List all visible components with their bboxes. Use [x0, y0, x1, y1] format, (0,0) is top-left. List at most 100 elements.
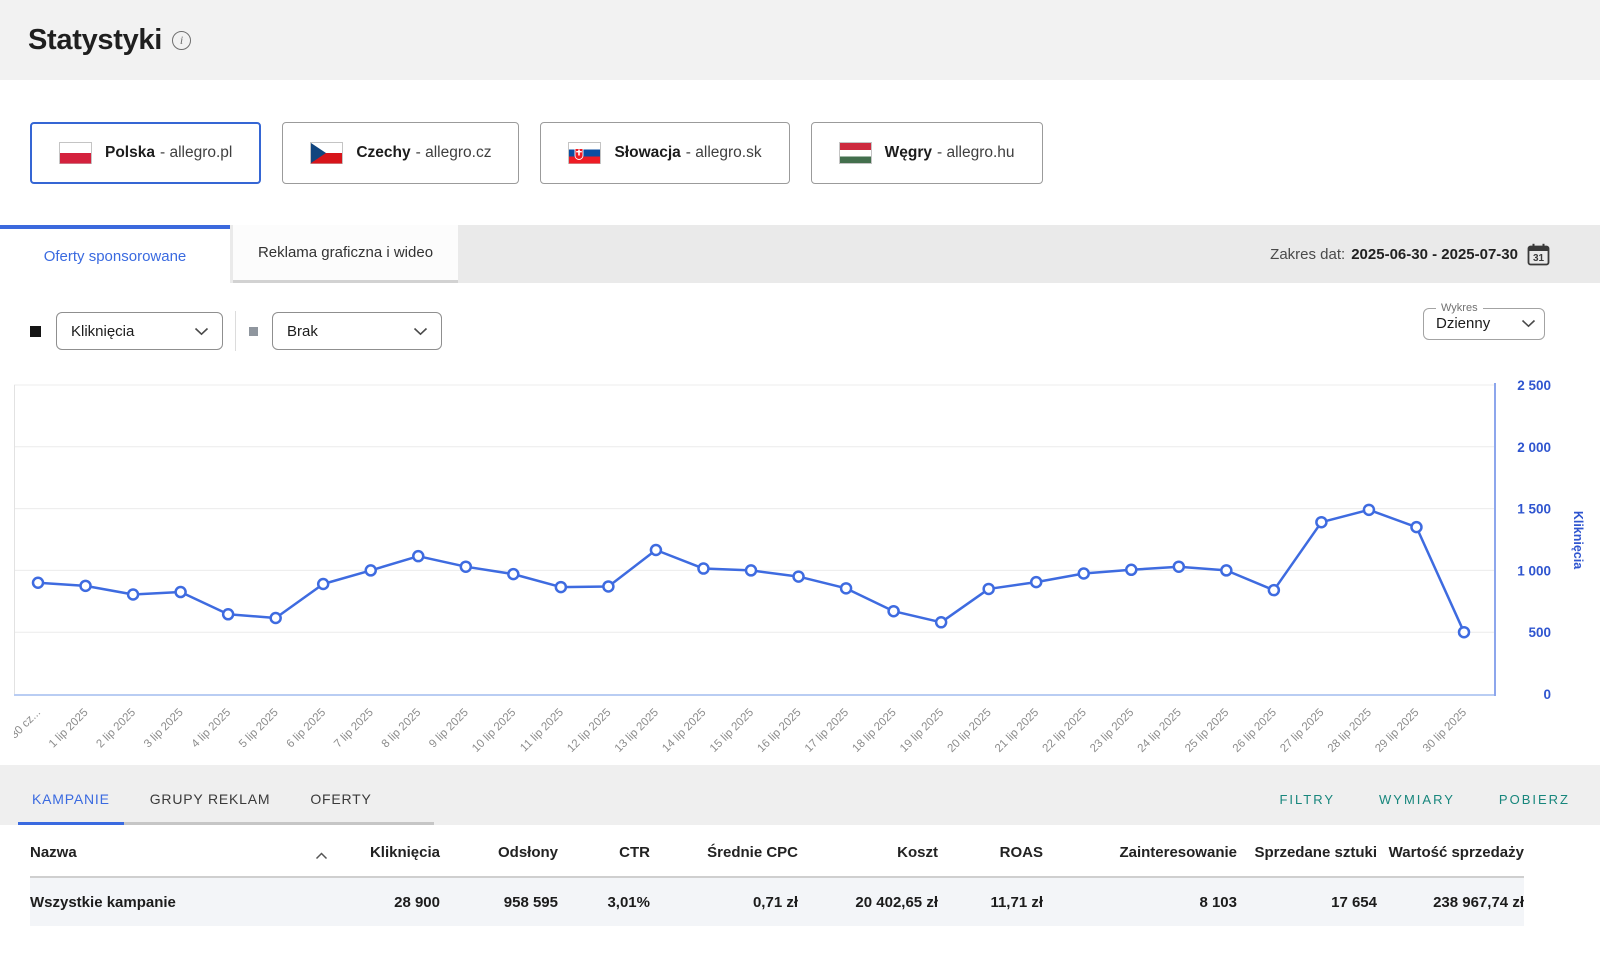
data-point[interactable] — [81, 581, 91, 591]
stats-table-area: Nazwa KliknięciaOdsłonyCTRŚrednie CPCKosz… — [0, 825, 1600, 926]
data-point[interactable] — [603, 581, 613, 591]
sk-flag-icon — [568, 142, 601, 164]
column-header-odsłony[interactable]: Odsłony — [440, 825, 558, 877]
market-domain: - allegro.hu — [937, 144, 1015, 162]
x-tick-label: 20 lip 2025 — [946, 707, 994, 755]
report-tab-grupy-reklam[interactable]: GRUPY REKLAM — [148, 791, 273, 822]
tab-label: Reklama graficzna i wideo — [258, 244, 433, 261]
column-header-średnie-cpc[interactable]: Średnie CPC — [650, 825, 798, 877]
row-value-cell: 3,01% — [558, 877, 650, 926]
x-tick-label: 26 lip 2025 — [1231, 707, 1279, 755]
x-tick-label: 15 lip 2025 — [708, 707, 756, 755]
data-point[interactable] — [508, 569, 518, 579]
data-point[interactable] — [461, 562, 471, 572]
data-point[interactable] — [1031, 577, 1041, 587]
data-point[interactable] — [698, 564, 708, 574]
column-header-wartość-sprzedaży[interactable]: Wartość sprzedaży — [1377, 825, 1524, 877]
x-tick-label: 28 lip 2025 — [1326, 707, 1374, 755]
chart-type-select[interactable]: Wykres Dzienny — [1423, 302, 1545, 340]
data-point[interactable] — [271, 613, 281, 623]
info-icon[interactable]: i — [172, 31, 191, 50]
action-filtry[interactable]: FILTRY — [1279, 792, 1335, 807]
column-header-roas[interactable]: ROAS — [938, 825, 1043, 877]
row-value-cell: 28 900 — [340, 877, 440, 926]
column-header-ctr[interactable]: CTR — [558, 825, 650, 877]
column-header-nazwa[interactable]: Nazwa — [30, 825, 340, 877]
pl-flag-icon — [59, 142, 92, 164]
action-pobierz[interactable]: POBIERZ — [1499, 792, 1570, 807]
row-value-cell: 20 402,65 zł — [798, 877, 938, 926]
compare-select[interactable]: Brak — [272, 312, 442, 350]
date-range-picker[interactable]: Zakres dat: 2025-06-30 - 2025-07-30 31 — [1270, 225, 1550, 283]
market-button-cz[interactable]: Czechy- allegro.cz — [282, 122, 519, 184]
data-point[interactable] — [413, 551, 423, 561]
x-tick-label: 10 lip 2025 — [470, 707, 518, 755]
data-point[interactable] — [794, 572, 804, 582]
data-point[interactable] — [33, 578, 43, 588]
market-button-sk[interactable]: Słowacja- allegro.sk — [540, 122, 789, 184]
column-header-label: Nazwa — [30, 843, 77, 863]
data-point[interactable] — [1269, 585, 1279, 595]
row-value-cell: 958 595 — [440, 877, 558, 926]
chart-controls: Kliknięcia Brak Wykres Dzienny — [30, 311, 1570, 351]
data-point[interactable] — [936, 617, 946, 627]
column-header-kliknięcia[interactable]: Kliknięcia — [340, 825, 440, 877]
data-point[interactable] — [1316, 517, 1326, 527]
market-button-pl[interactable]: Polska- allegro.pl — [30, 122, 261, 184]
data-point[interactable] — [984, 584, 994, 594]
x-tick-label: 7 lip 2025 — [332, 707, 376, 751]
tab-reklama-graficzna-i-wideo[interactable]: Reklama graficzna i wideo — [233, 225, 458, 283]
x-tick-label: 21 lip 2025 — [993, 707, 1041, 755]
report-tab-kampanie[interactable]: KAMPANIE — [30, 791, 112, 822]
y-tick-label: 1 500 — [1517, 502, 1551, 517]
data-point[interactable] — [1364, 505, 1374, 515]
row-value-cell: 8 103 — [1043, 877, 1237, 926]
metric-select[interactable]: Kliknięcia — [56, 312, 223, 350]
data-point[interactable] — [318, 579, 328, 589]
column-header-koszt[interactable]: Koszt — [798, 825, 938, 877]
tab-oferty-sponsorowane[interactable]: Oferty sponsorowane — [0, 225, 230, 283]
data-point[interactable] — [1459, 627, 1469, 637]
action-wymiary[interactable]: WYMIARY — [1379, 792, 1455, 807]
sort-ascending-icon[interactable] — [315, 852, 328, 860]
x-tick-label: 13 lip 2025 — [613, 707, 661, 755]
y-tick-label: 2 500 — [1517, 378, 1551, 393]
cz-flag-icon — [310, 142, 343, 164]
x-tick-label: 11 lip 2025 — [518, 707, 566, 755]
data-point[interactable] — [1174, 562, 1184, 572]
report-tab-oferty[interactable]: OFERTY — [308, 791, 373, 822]
data-point[interactable] — [176, 587, 186, 597]
report-section-bar: KAMPANIE GRUPY REKLAM OFERTY FILTRY WYMIARY… — [0, 765, 1600, 825]
data-point[interactable] — [1221, 565, 1231, 575]
chart-type-value: Dzienny — [1436, 315, 1490, 332]
row-value-cell: 0,71 zł — [650, 877, 798, 926]
data-point[interactable] — [556, 582, 566, 592]
data-point[interactable] — [1126, 565, 1136, 575]
data-point[interactable] — [366, 565, 376, 575]
table-row[interactable]: Wszystkie kampanie28 900958 5953,01%0,71… — [30, 877, 1524, 926]
column-header-sprzedane-sztuki[interactable]: Sprzedane sztuki — [1237, 825, 1377, 877]
data-point[interactable] — [1079, 568, 1089, 578]
x-tick-label: 23 lip 2025 — [1088, 707, 1136, 755]
data-point[interactable] — [128, 590, 138, 600]
y-axis-title: Kliknięcia — [1571, 511, 1585, 570]
data-point[interactable] — [889, 606, 899, 616]
line-chart: 05001 0001 5002 0002 50030 cz...1 lip 20… — [14, 375, 1586, 765]
x-tick-label: 9 lip 2025 — [427, 707, 471, 751]
x-tick-label: 16 lip 2025 — [755, 707, 803, 755]
data-point[interactable] — [223, 609, 233, 619]
data-point[interactable] — [841, 583, 851, 593]
x-tick-label: 6 lip 2025 — [285, 707, 329, 751]
calendar-icon[interactable]: 31 — [1527, 243, 1550, 266]
x-tick-label: 5 lip 2025 — [237, 707, 281, 751]
market-button-hu[interactable]: Węgry- allegro.hu — [811, 122, 1043, 184]
data-point[interactable] — [746, 565, 756, 575]
x-tick-label: 12 lip 2025 — [565, 707, 613, 755]
data-point[interactable] — [651, 545, 661, 555]
chevron-down-icon — [194, 327, 209, 336]
x-tick-label: 19 lip 2025 — [898, 707, 946, 755]
data-point[interactable] — [1411, 522, 1421, 532]
column-header-zainteresowanie[interactable]: Zainteresowanie — [1043, 825, 1237, 877]
x-tick-label: 3 lip 2025 — [142, 707, 186, 751]
chevron-down-icon — [1521, 319, 1536, 328]
